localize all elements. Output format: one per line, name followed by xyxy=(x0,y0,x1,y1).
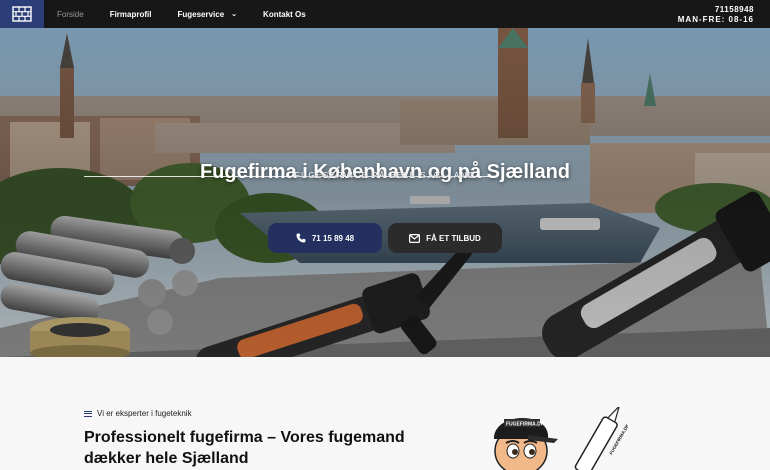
mascot-illustration: FUGEFIRMA.DK FUGEFIRMA.DK xyxy=(494,407,628,470)
nav-fugeservice[interactable]: Fugeservice ⌄ xyxy=(177,10,237,19)
offer-button-label: FÅ ET TILBUD xyxy=(426,233,481,243)
chevron-down-icon: ⌄ xyxy=(231,11,238,18)
nav-fugeservice-label: Fugeservice xyxy=(177,9,225,19)
hero-background-image xyxy=(0,28,770,357)
nav-hours: MAN-FRE: 08-16 xyxy=(677,15,754,24)
hero-section: Fugefirma i København og på Sjælland FUG… xyxy=(0,28,770,357)
call-button[interactable]: 71 15 89 48 xyxy=(268,223,382,253)
nav-kontakt[interactable]: Kontakt Os xyxy=(263,10,306,19)
nav-forside-label: Forside xyxy=(57,9,84,19)
intro-eyebrow: Vi er eksperter i fugeteknik xyxy=(84,409,192,418)
nav-forside[interactable]: Forside xyxy=(57,10,84,19)
nav-contact-info[interactable]: 71158948 MAN-FRE: 08-16 xyxy=(678,5,754,25)
hero-subtitle: FUGESERVICE PÅ HELE SJÆLLAND xyxy=(294,171,476,180)
nav-firmaprofil[interactable]: Firmaprofil xyxy=(110,10,152,19)
intro-eyebrow-text: Vi er eksperter i fugeteknik xyxy=(97,409,192,418)
envelope-icon xyxy=(409,233,421,243)
brick-wall-icon xyxy=(12,6,32,22)
nav-firmaprofil-label: Firmaprofil xyxy=(109,9,152,19)
phone-icon xyxy=(296,233,306,243)
nav-kontakt-label: Kontakt Os xyxy=(263,9,306,19)
offer-button[interactable]: FÅ ET TILBUD xyxy=(388,223,502,253)
logo[interactable] xyxy=(0,0,44,28)
menu-lines-icon xyxy=(84,409,92,418)
top-nav: Forside Firmaprofil Fugeservice ⌄ Kontakt… xyxy=(0,0,770,28)
mascot-cap-text: FUGEFIRMA.DK xyxy=(506,422,545,428)
call-button-label: 71 15 89 48 xyxy=(311,233,355,243)
nav-phone[interactable]: 71158948 xyxy=(678,5,754,15)
intro-heading: Professionelt fugefirma – Vores fugemand… xyxy=(84,429,405,467)
intro-section: Vi er eksperter i fugeteknik Professione… xyxy=(0,357,770,470)
